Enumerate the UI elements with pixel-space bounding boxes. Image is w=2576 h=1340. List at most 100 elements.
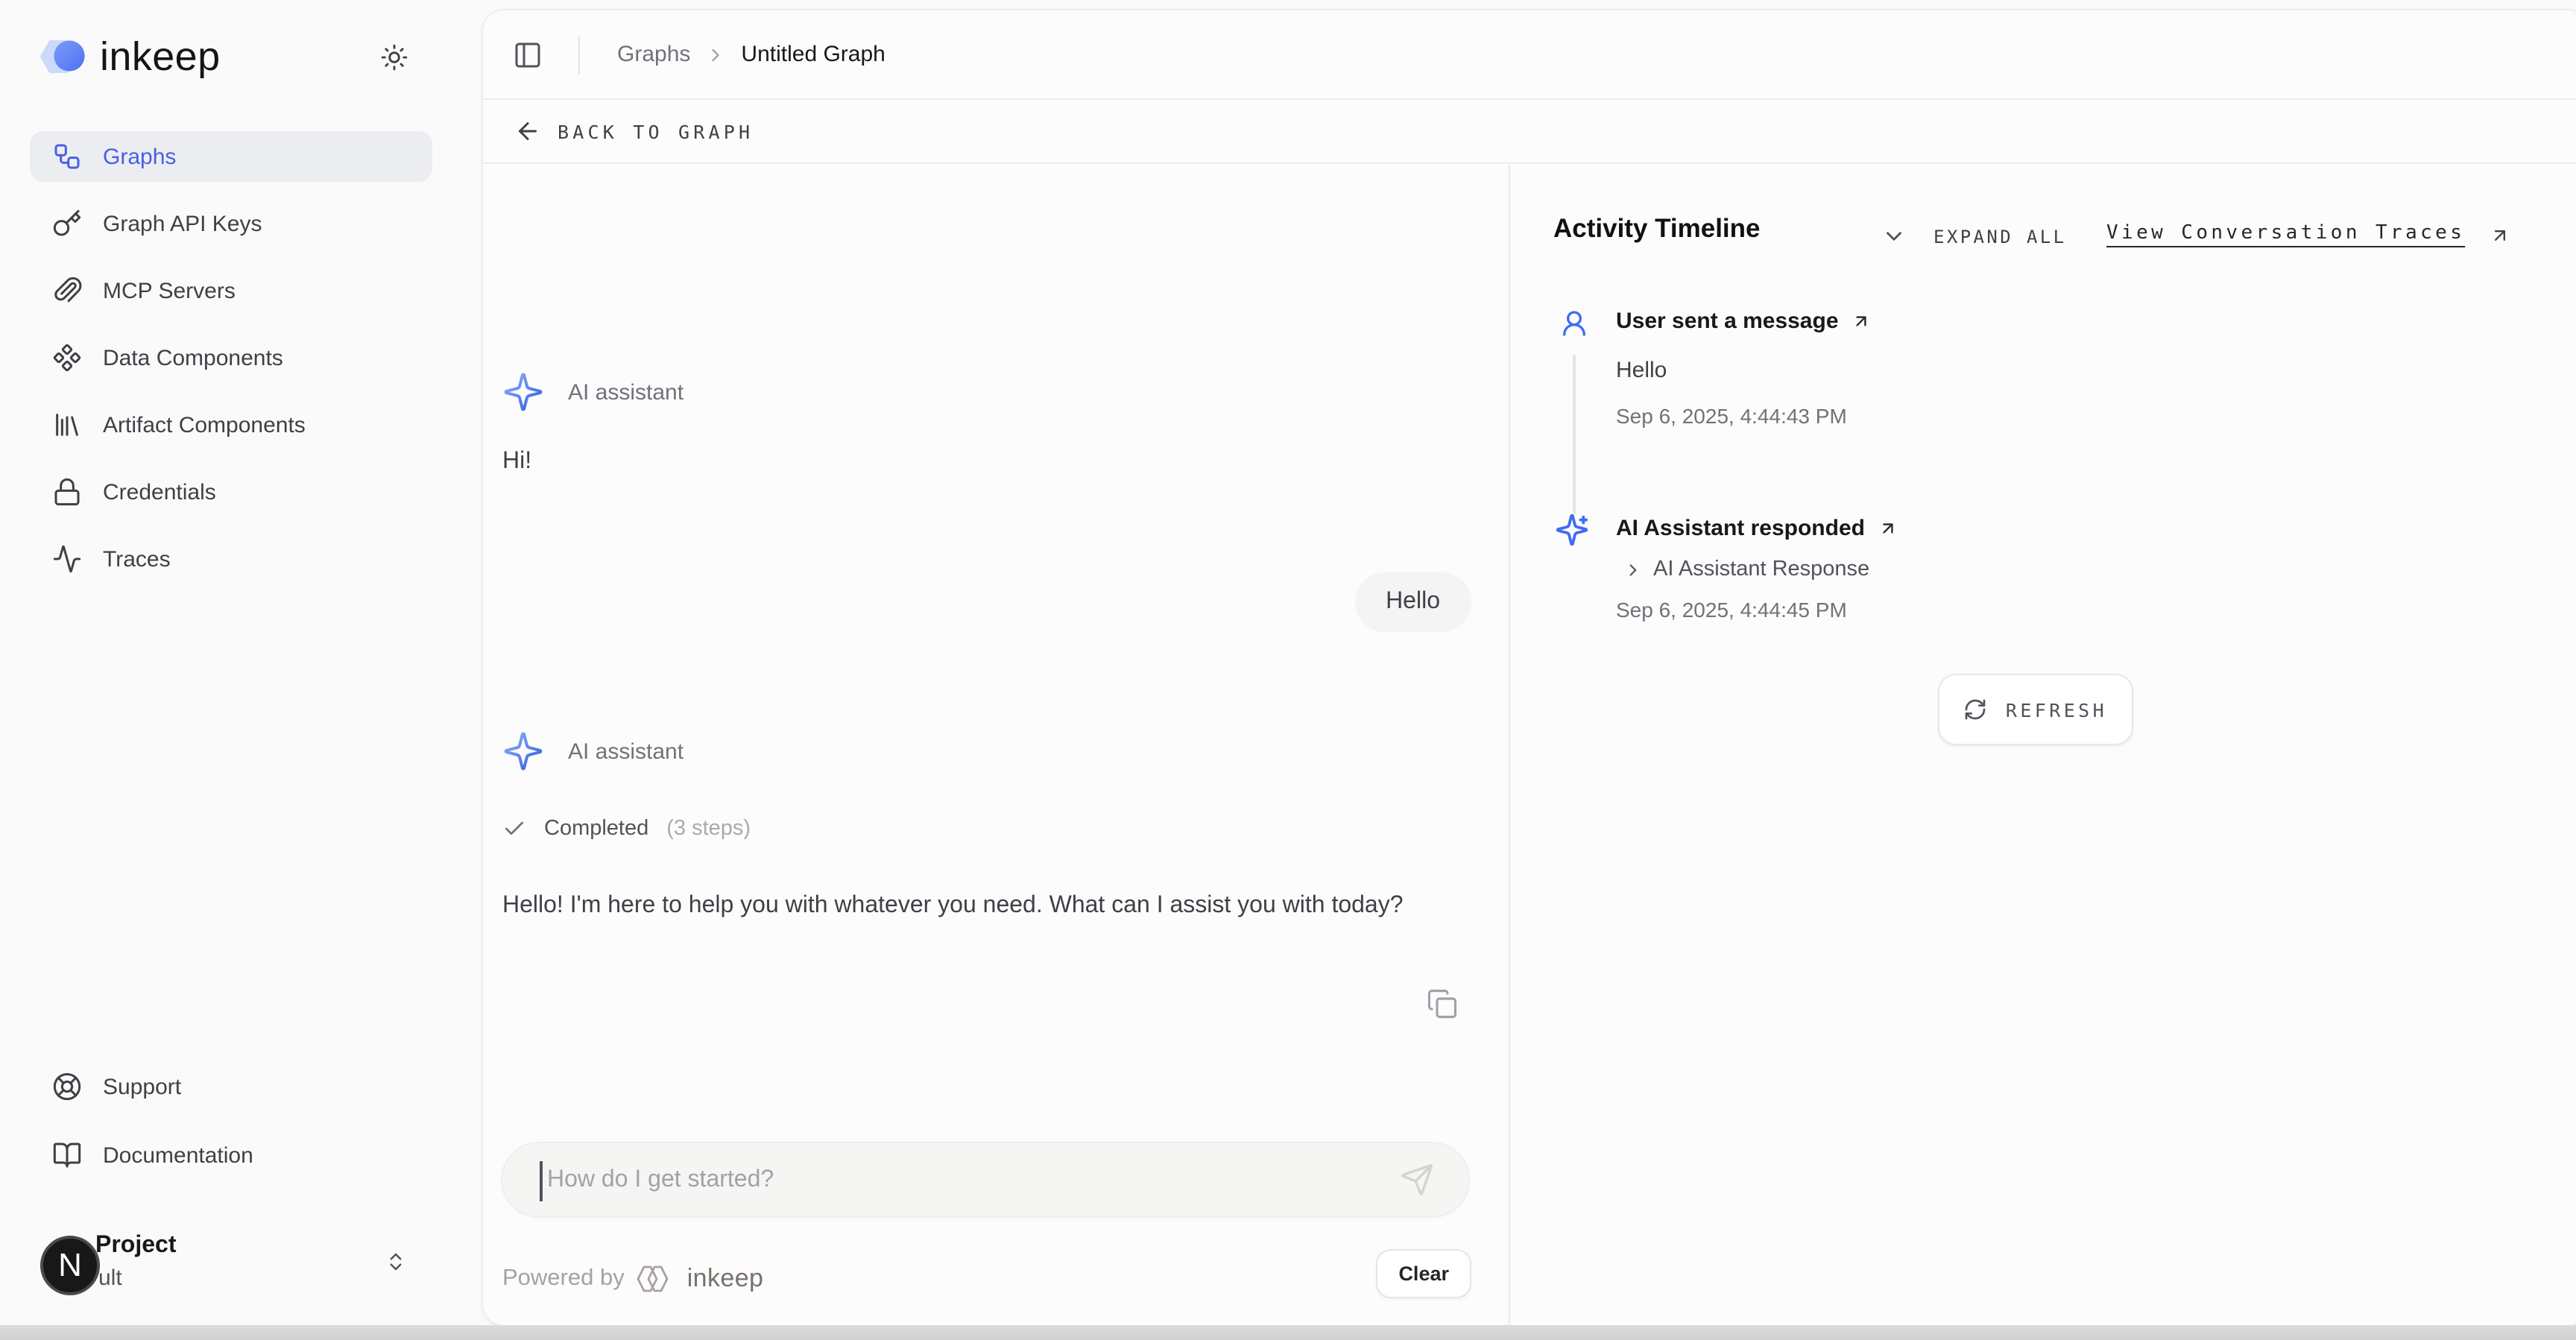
sidebar-item-label: Graphs bbox=[103, 144, 176, 169]
content-area: AI assistant Hi! Hello AI as bbox=[483, 165, 2576, 1325]
divider bbox=[578, 35, 580, 74]
sidebar-item-label: Documentation bbox=[103, 1143, 253, 1168]
timeline-connector bbox=[1573, 355, 1575, 514]
sidebar-toggle-button[interactable] bbox=[513, 39, 543, 69]
timeline-entry-timestamp: Sep 6, 2025, 4:44:43 PM bbox=[1616, 404, 1847, 428]
arrow-left-icon bbox=[514, 118, 541, 145]
view-conversation-traces-link[interactable]: View Conversation Traces bbox=[2106, 222, 2465, 244]
top-bar: Graphs Untitled Graph bbox=[483, 10, 2576, 100]
send-button[interactable] bbox=[1400, 1163, 1434, 1197]
chevron-down-icon[interactable] bbox=[1881, 224, 1907, 249]
brand-wordmark: inkeep bbox=[100, 34, 221, 80]
send-icon bbox=[1400, 1163, 1434, 1197]
sidebar-item-label: Artifact Components bbox=[103, 412, 306, 437]
arrow-up-right-icon bbox=[1852, 312, 1872, 331]
sidebar-item-label: Traces bbox=[103, 546, 171, 572]
assistant-name: AI assistant bbox=[568, 739, 684, 764]
sidebar-item-traces[interactable]: Traces bbox=[30, 534, 432, 584]
back-to-graph-label: BACK TO GRAPH bbox=[558, 120, 754, 142]
status-label: Completed bbox=[544, 817, 648, 841]
sidebar-item-label: MCP Servers bbox=[103, 278, 236, 303]
sidebar-item-label: Support bbox=[103, 1074, 181, 1099]
key-icon bbox=[52, 209, 82, 238]
avatar-letter: N bbox=[58, 1246, 82, 1285]
sidebar-item-support[interactable]: Support bbox=[30, 1061, 432, 1112]
app-root: inkeep Graphs bbox=[0, 0, 2576, 1340]
chat-input-container bbox=[501, 1142, 1470, 1218]
sparkles-icon bbox=[1555, 513, 1589, 547]
breadcrumb-current: Untitled Graph bbox=[741, 42, 885, 67]
status-steps: (3 steps) bbox=[666, 817, 751, 841]
refresh-icon bbox=[1964, 698, 1988, 721]
sidebar-item-artifact-components[interactable]: Artifact Components bbox=[30, 399, 432, 450]
nextjs-dev-badge[interactable]: N bbox=[40, 1236, 100, 1295]
sidebar-item-label: Credentials bbox=[103, 479, 216, 505]
assistant-message: Hello! I'm here to help you with whateve… bbox=[502, 887, 1404, 926]
assistant-message: Hi! bbox=[502, 449, 531, 475]
refresh-button-label: REFRESH bbox=[2006, 698, 2107, 721]
inkeep-logo-icon bbox=[39, 33, 86, 80]
assistant-header: AI assistant bbox=[502, 371, 684, 413]
sparkles-icon bbox=[502, 371, 544, 413]
breadcrumb: Graphs Untitled Graph bbox=[617, 42, 886, 67]
lock-icon bbox=[52, 477, 82, 507]
activity-timeline-panel: Activity Timeline EXPAND ALL View Conver… bbox=[1510, 165, 2576, 1325]
completion-status[interactable]: Completed (3 steps) bbox=[502, 817, 751, 841]
sidebar-item-label: Data Components bbox=[103, 345, 283, 370]
chevron-right-icon bbox=[705, 44, 726, 65]
project-selector[interactable]: Project ult N bbox=[40, 1236, 434, 1310]
copy-icon bbox=[1427, 988, 1458, 1020]
sidebar-item-data-components[interactable]: Data Components bbox=[30, 332, 432, 383]
sparkles-icon bbox=[502, 730, 544, 772]
inkeep-hexagons-icon bbox=[634, 1262, 678, 1295]
sidebar-nav: Graphs Graph API Keys MCP Servers bbox=[30, 131, 432, 584]
sidebar-item-graphs[interactable]: Graphs bbox=[30, 131, 432, 182]
page-bottom-band bbox=[0, 1325, 2576, 1340]
check-icon bbox=[502, 817, 526, 841]
sidebar-item-graph-api-keys[interactable]: Graph API Keys bbox=[30, 198, 432, 249]
timeline-entry-title[interactable]: User sent a message bbox=[1616, 309, 1872, 334]
powered-by-label: Powered by bbox=[502, 1265, 625, 1292]
clear-button-label: Clear bbox=[1398, 1262, 1449, 1285]
library-icon bbox=[52, 410, 82, 440]
assistant-name: AI assistant bbox=[568, 379, 684, 405]
chevrons-up-down-icon bbox=[385, 1251, 407, 1273]
assistant-response-label: AI Assistant Response bbox=[1653, 557, 1869, 581]
breadcrumb-graphs[interactable]: Graphs bbox=[617, 42, 690, 67]
timeline-entry-title[interactable]: AI Assistant responded bbox=[1616, 516, 1898, 541]
main-panel: Graphs Untitled Graph BACK TO GRAPH bbox=[483, 10, 2576, 1325]
expand-all-button[interactable]: EXPAND ALL bbox=[1933, 227, 2067, 247]
activity-icon bbox=[52, 544, 82, 574]
chat-input[interactable] bbox=[544, 1143, 1371, 1216]
project-title: Project bbox=[95, 1233, 177, 1260]
user-message-bubble: Hello bbox=[1354, 572, 1471, 632]
sidebar-item-credentials[interactable]: Credentials bbox=[30, 467, 432, 517]
project-subtitle: ult bbox=[98, 1265, 122, 1291]
powered-by-brand: inkeep bbox=[687, 1264, 764, 1294]
theme-toggle-button[interactable] bbox=[380, 43, 408, 72]
sidebar-item-label: Graph API Keys bbox=[103, 211, 262, 236]
powered-by[interactable]: Powered by inkeep bbox=[502, 1262, 763, 1295]
component-icon bbox=[52, 343, 82, 373]
sidebar-item-documentation[interactable]: Documentation bbox=[30, 1130, 432, 1181]
workflow-icon bbox=[52, 142, 82, 171]
chat-panel: AI assistant Hi! Hello AI as bbox=[483, 165, 1510, 1325]
sidebar-footer-nav: Support Documentation bbox=[30, 1061, 432, 1181]
sidebar-item-mcp-servers[interactable]: MCP Servers bbox=[30, 265, 432, 316]
back-to-graph-button[interactable]: BACK TO GRAPH bbox=[483, 100, 2576, 164]
text-caret bbox=[540, 1161, 542, 1201]
refresh-button[interactable]: REFRESH bbox=[1938, 674, 2133, 745]
chevron-right-icon bbox=[1623, 560, 1643, 579]
timeline-entry-body: Hello bbox=[1616, 358, 1667, 383]
sun-icon bbox=[380, 43, 408, 72]
assistant-response-toggle[interactable]: AI Assistant Response bbox=[1623, 557, 1869, 581]
arrow-up-right-icon bbox=[2490, 225, 2510, 246]
user-icon bbox=[1559, 309, 1589, 338]
brand-logo[interactable]: inkeep bbox=[39, 33, 221, 80]
copy-button[interactable] bbox=[1427, 988, 1458, 1020]
assistant-header: AI assistant bbox=[502, 730, 684, 772]
book-open-icon bbox=[52, 1140, 82, 1170]
life-buoy-icon bbox=[52, 1072, 82, 1102]
activity-timeline-title: Activity Timeline bbox=[1553, 213, 1761, 244]
clear-button[interactable]: Clear bbox=[1376, 1249, 1471, 1298]
